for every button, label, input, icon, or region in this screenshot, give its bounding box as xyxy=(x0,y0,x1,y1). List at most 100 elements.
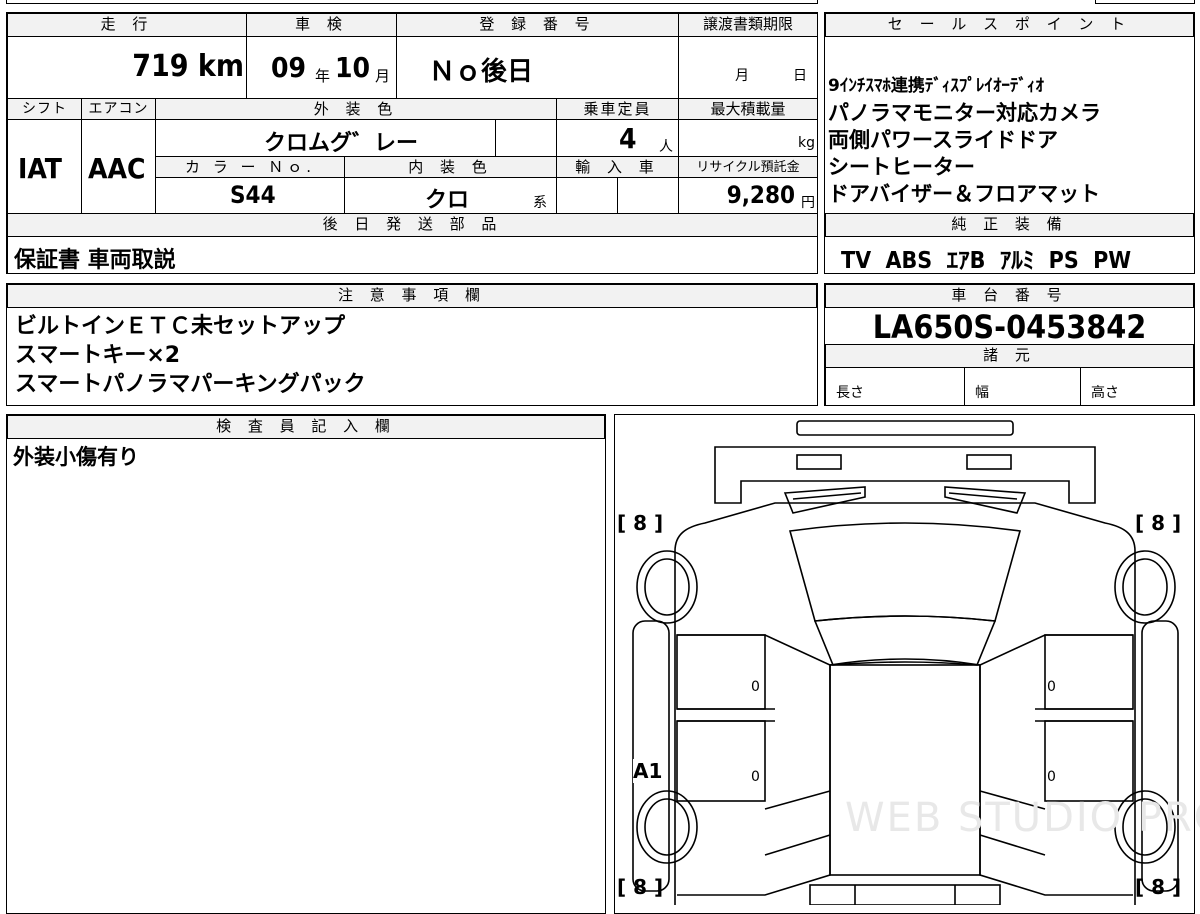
headlight-right xyxy=(966,454,1012,470)
transfer-deadline-label: 譲渡書類期限 xyxy=(678,13,818,37)
recycle-cell: 9,280 円 xyxy=(678,177,818,214)
inspection-year: 09 xyxy=(271,51,307,84)
recycle-value: 9,280 xyxy=(726,181,795,209)
tire-label-rear-left: [ 8 ] xyxy=(617,875,664,899)
front-bumper xyxy=(796,420,1014,436)
left-front-door xyxy=(676,634,766,710)
registration-value: Ｎｏ後日 xyxy=(429,57,534,87)
sales-point-item: シートヒーター xyxy=(828,155,975,179)
exterior-color-extra xyxy=(495,119,557,157)
aircon-cell: AAC xyxy=(81,119,156,214)
exterior-color-cell: クロムグ゛レー xyxy=(155,119,496,157)
color-no-cell: S44 xyxy=(155,177,345,214)
note-line: スマートパノラマパーキングパック xyxy=(15,372,366,397)
door-mark: 0 xyxy=(1047,679,1056,695)
headlight-left xyxy=(796,454,842,470)
mirror-right xyxy=(944,486,1027,514)
door-mark: 0 xyxy=(1047,769,1056,785)
note-line: ビルトインＥＴＣ未セットアップ xyxy=(15,314,346,339)
recycle-unit: 円 xyxy=(801,195,815,211)
left-sill xyxy=(632,620,670,892)
watermark: WEB STUDIO PRO xyxy=(845,795,1200,841)
genuine-equipment-value: TV ABS ｴｱB ｱﾙﾐ PS PW xyxy=(841,248,1132,274)
car-diagram-box: [ 8 ] [ 8 ] [ 8 ] [ 8 ] 0 0 0 0 A1 WEB S… xyxy=(614,414,1200,914)
color-no-value: S44 xyxy=(230,181,276,209)
sales-point-item: ドアバイザー＆フロアマット xyxy=(828,182,1101,206)
inspection-month: 10 xyxy=(335,51,371,84)
exterior-color-value: クロムグ゛レー xyxy=(264,131,419,156)
notes-list: ビルトインＥＴＣ未セットアップ スマートキー×2 スマートパノラマパーキングパッ… xyxy=(15,312,366,399)
interior-color-cell: クロ 系 xyxy=(344,177,557,214)
top-strip-right xyxy=(1095,0,1195,4)
capacity-label: 乗車定員 xyxy=(556,98,679,120)
import-cell-a xyxy=(556,177,618,214)
sales-point-item: 9ｲﾝﾁｽﾏﾎ連携ﾃﾞｨｽﾌﾟﾚｲｵｰﾃﾞｨｵ xyxy=(828,76,1044,96)
aircon-value: AAC xyxy=(88,152,146,185)
mirror-left xyxy=(783,486,866,514)
specs-label: 諸 元 xyxy=(825,344,1194,368)
sales-point-item: パノラマモニター対応カメラ xyxy=(828,101,1101,125)
chassis-label: 車 台 番 号 xyxy=(825,284,1194,308)
wheel-front-right xyxy=(1114,550,1176,624)
notes-box: 注 意 事 項 欄 ビルトインＥＴＣ未セットアップ スマートキー×2 スマートパ… xyxy=(6,283,818,406)
shift-value: IAT xyxy=(18,152,62,185)
front-panel xyxy=(714,446,1096,504)
mileage-value: 719 km xyxy=(132,49,244,84)
genuine-equipment-label: 純 正 装 備 xyxy=(825,213,1194,237)
rear-bumper xyxy=(809,884,1001,905)
spec-height-label: 高さ xyxy=(1091,385,1119,401)
later-parts-label: 後 日 発 送 部 品 xyxy=(7,213,818,237)
spec-height-cell: 高さ xyxy=(1080,367,1194,405)
inspector-comment: 外装小傷有り xyxy=(13,445,139,469)
roof-front xyxy=(813,615,997,666)
left-rear-door xyxy=(676,720,766,802)
door-mark: 0 xyxy=(751,769,760,785)
shift-cell: IAT xyxy=(7,119,82,214)
tire-label-front-left: [ 8 ] xyxy=(617,511,664,535)
left-side xyxy=(677,634,831,896)
body-outline xyxy=(674,502,1136,905)
interior-color-suffix: 系 xyxy=(533,195,547,211)
right-sill xyxy=(1141,620,1179,892)
capacity-cell: 4 人 xyxy=(556,119,679,157)
interior-color-label: 内 装 色 xyxy=(344,156,557,178)
color-no-label: カ ラ ー Ｎｏ. xyxy=(155,156,345,178)
damage-code: A1 xyxy=(633,759,663,783)
import-label: 輸 入 車 xyxy=(556,156,679,178)
inspection-label: 車 検 xyxy=(246,13,397,37)
later-parts-value: 保証書 車両取説 xyxy=(14,248,176,273)
max-load-cell: kg xyxy=(678,119,818,157)
inspection-cell: 09 年 10 月 xyxy=(246,36,397,99)
roof xyxy=(829,664,981,876)
sales-points-box: セ ー ル ス ポ イ ン ト 9ｲﾝﾁｽﾏﾎ連携ﾃﾞｨｽﾌﾟﾚｲｵｰﾃﾞｨｵ … xyxy=(824,12,1195,274)
spec-length-cell: 長さ xyxy=(825,367,965,405)
spec-length-label: 長さ xyxy=(836,385,864,401)
wheel-rear-left xyxy=(636,790,698,864)
exterior-color-label: 外 装 色 xyxy=(155,98,557,120)
right-side xyxy=(979,634,1133,896)
month-unit: 月 xyxy=(375,67,391,85)
notes-label: 注 意 事 項 欄 xyxy=(7,284,817,308)
note-line: スマートキー×2 xyxy=(15,343,181,368)
right-front-door xyxy=(1044,634,1134,710)
chassis-number: LA650S-0453842 xyxy=(872,308,1147,346)
capacity-value: 4 xyxy=(619,122,637,155)
later-parts-cell: 保証書 車両取説 xyxy=(7,236,818,273)
vehicle-info-table: 走 行 車 検 登 録 番 号 譲渡書類期限 719 km 09 年 10 月 … xyxy=(6,12,818,274)
mileage-label: 走 行 xyxy=(7,13,247,37)
sales-point-item: 両側パワースライドドア xyxy=(828,128,1058,152)
spec-width-label: 幅 xyxy=(975,385,989,401)
inspector-box: 検 査 員 記 入 欄 外装小傷有り xyxy=(6,414,606,914)
top-strip xyxy=(6,0,818,4)
recycle-label: リサイクル預託金 xyxy=(678,156,818,178)
sales-points-label: セ ー ル ス ポ イ ン ト xyxy=(825,13,1194,37)
inspector-label: 検 査 員 記 入 欄 xyxy=(7,415,605,439)
aircon-label: エアコン xyxy=(81,98,156,120)
tire-label-rear-right: [ 8 ] xyxy=(1135,875,1182,899)
capacity-unit: 人 xyxy=(659,139,673,155)
tire-label-front-right: [ 8 ] xyxy=(1135,511,1182,535)
mileage-cell: 719 km xyxy=(7,36,247,99)
transfer-deadline-cell: 月 日 xyxy=(678,36,818,99)
year-unit: 年 xyxy=(315,67,331,85)
import-cell-b xyxy=(617,177,679,214)
